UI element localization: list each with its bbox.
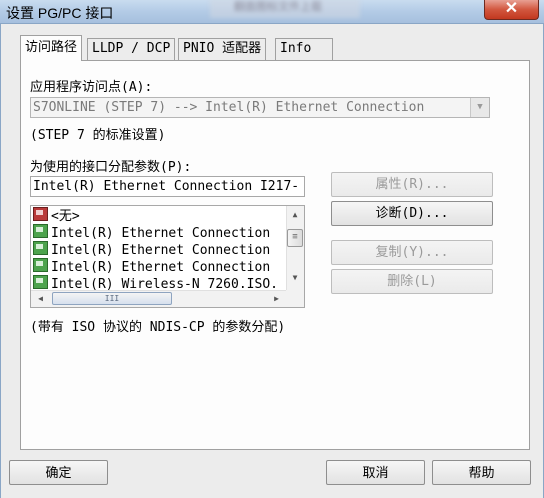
access-point-label: 应用程序访问点(A): (30, 80, 153, 95)
scroll-down-icon[interactable]: ▼ (286, 270, 304, 286)
network-adapter-icon (33, 258, 48, 272)
horizontal-scroll-thumb[interactable]: III (52, 292, 172, 305)
diagnostics-button[interactable]: 诊断(D)... (331, 201, 493, 226)
network-adapter-icon (33, 275, 48, 289)
vertical-scroll-thumb[interactable]: ≡ (287, 229, 303, 247)
help-button[interactable]: 帮助 (432, 460, 531, 485)
network-adapter-icon (33, 224, 48, 238)
footnote: (带有 ISO 协议的 NDIS-CP 的参数分配) (30, 320, 286, 335)
params-label: 为使用的接口分配参数(P): (30, 160, 192, 175)
delete-button[interactable]: 删除(L) (331, 269, 493, 294)
scroll-left-icon[interactable]: ◀ (32, 290, 49, 307)
tab-pnio-adapter[interactable]: PNIO 适配器 (178, 38, 267, 60)
close-button[interactable]: ✕ (484, 0, 539, 20)
scroll-up-icon[interactable]: ▲ (286, 207, 304, 223)
no-interface-icon (33, 207, 48, 221)
list-item-ethernet-1[interactable]: Intel(R) Ethernet Connection (33, 224, 270, 241)
access-point-note: (STEP 7 的标准设置) (30, 128, 166, 143)
list-item-ethernet-2[interactable]: Intel(R) Ethernet Connection (33, 241, 270, 258)
list-item-none[interactable]: <无> (33, 207, 80, 224)
cancel-button[interactable]: 取消 (326, 460, 425, 485)
chevron-down-icon: ▼ (470, 98, 489, 117)
list-item-ethernet-3[interactable]: Intel(R) Ethernet Connection (33, 258, 270, 275)
window-title: 设置 PG/PC 接口 (6, 5, 114, 21)
params-field[interactable]: Intel(R) Ethernet Connection I217- (30, 176, 305, 197)
scrollbar-corner (286, 290, 304, 307)
scroll-right-icon[interactable]: ▶ (268, 290, 285, 307)
background-window-hint: 翻面图标文件上载 (210, 0, 360, 18)
copy-button[interactable]: 复制(Y)... (331, 240, 493, 265)
network-adapter-icon (33, 241, 48, 255)
tab-lldp-dcp[interactable]: LLDP / DCP (87, 38, 176, 60)
properties-button[interactable]: 属性(R)... (331, 172, 493, 197)
tab-info[interactable]: Info (275, 38, 333, 60)
ok-button[interactable]: 确定 (9, 460, 108, 485)
tab-access-path[interactable]: 访问路径 (20, 35, 83, 61)
access-point-select: S7ONLINE (STEP 7) --> Intel(R) Ethernet … (30, 97, 490, 118)
